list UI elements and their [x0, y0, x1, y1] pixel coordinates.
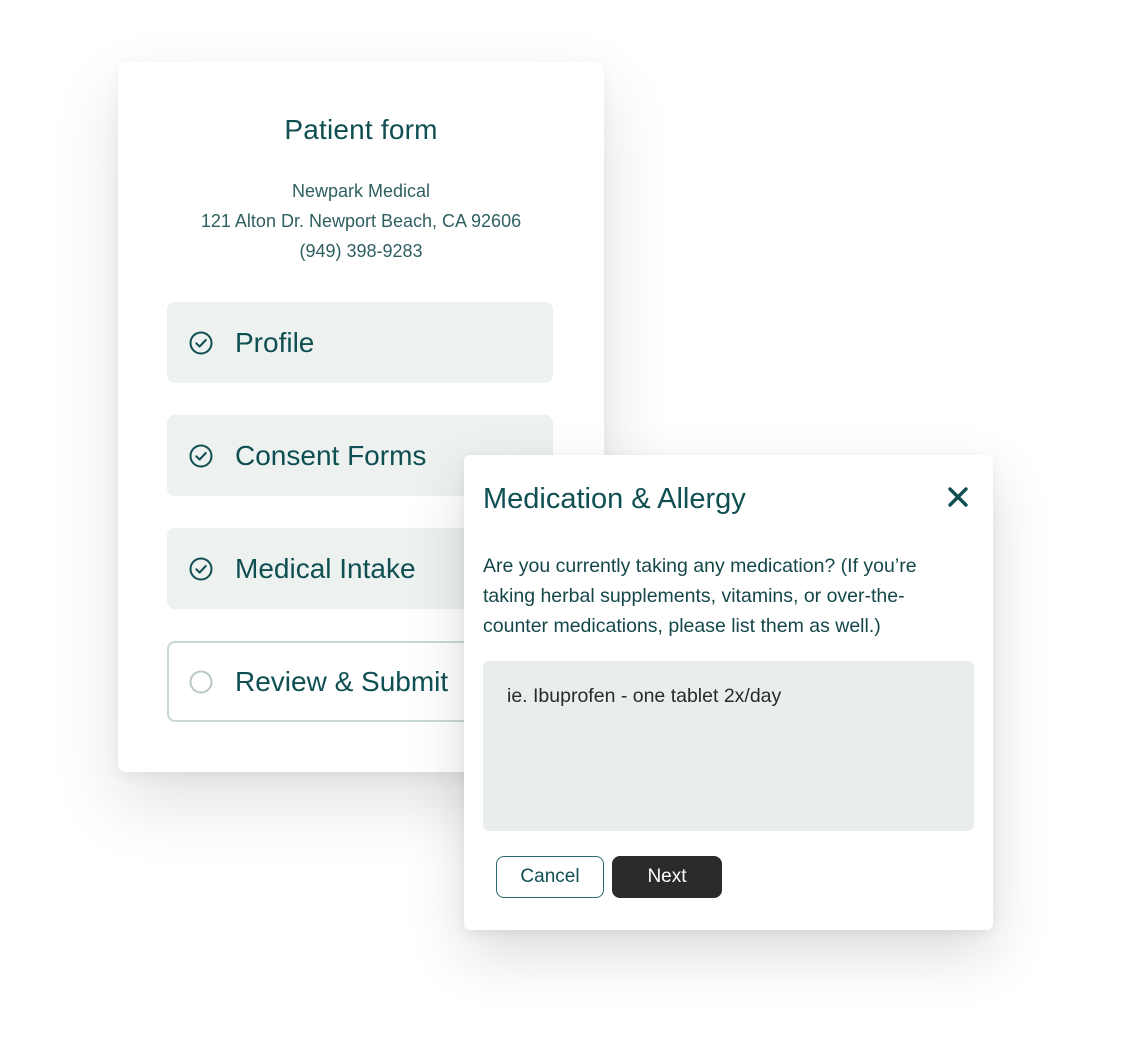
close-button[interactable] — [940, 481, 976, 517]
step-label: Profile — [235, 326, 315, 358]
step-label: Review & Submit — [235, 665, 449, 697]
clinic-info: Newpark Medical 121 Alton Dr. Newport Be… — [118, 176, 604, 266]
check-circle-icon — [188, 556, 214, 582]
close-icon — [947, 486, 969, 513]
dialog-title: Medication & Allergy — [483, 483, 746, 515]
cancel-button[interactable]: Cancel — [496, 856, 604, 898]
clinic-phone: (949) 398-9283 — [299, 241, 423, 261]
medication-input[interactable] — [483, 661, 974, 831]
question-line: taking herbal supplements, vitamins, or … — [483, 585, 905, 607]
step-profile[interactable]: Profile — [167, 302, 553, 383]
check-circle-icon — [188, 330, 214, 356]
question-line: Are you currently taking any medication?… — [483, 555, 917, 577]
clinic-name: Newpark Medical — [291, 181, 431, 201]
medication-allergy-dialog: Medication & Allergy Are you currently t… — [464, 455, 993, 930]
empty-circle-icon — [188, 669, 214, 695]
check-circle-icon — [188, 443, 214, 469]
clinic-address: 121 Alton Dr. Newport Beach, CA 92606 — [200, 211, 522, 231]
medication-question: Are you currently taking any medication?… — [483, 551, 977, 641]
next-button[interactable]: Next — [612, 856, 722, 898]
page-title: Patient form — [284, 114, 438, 145]
step-label: Medical Intake — [235, 552, 416, 584]
step-label: Consent Forms — [235, 439, 427, 471]
question-line: counter medications, please list them as… — [483, 615, 881, 637]
